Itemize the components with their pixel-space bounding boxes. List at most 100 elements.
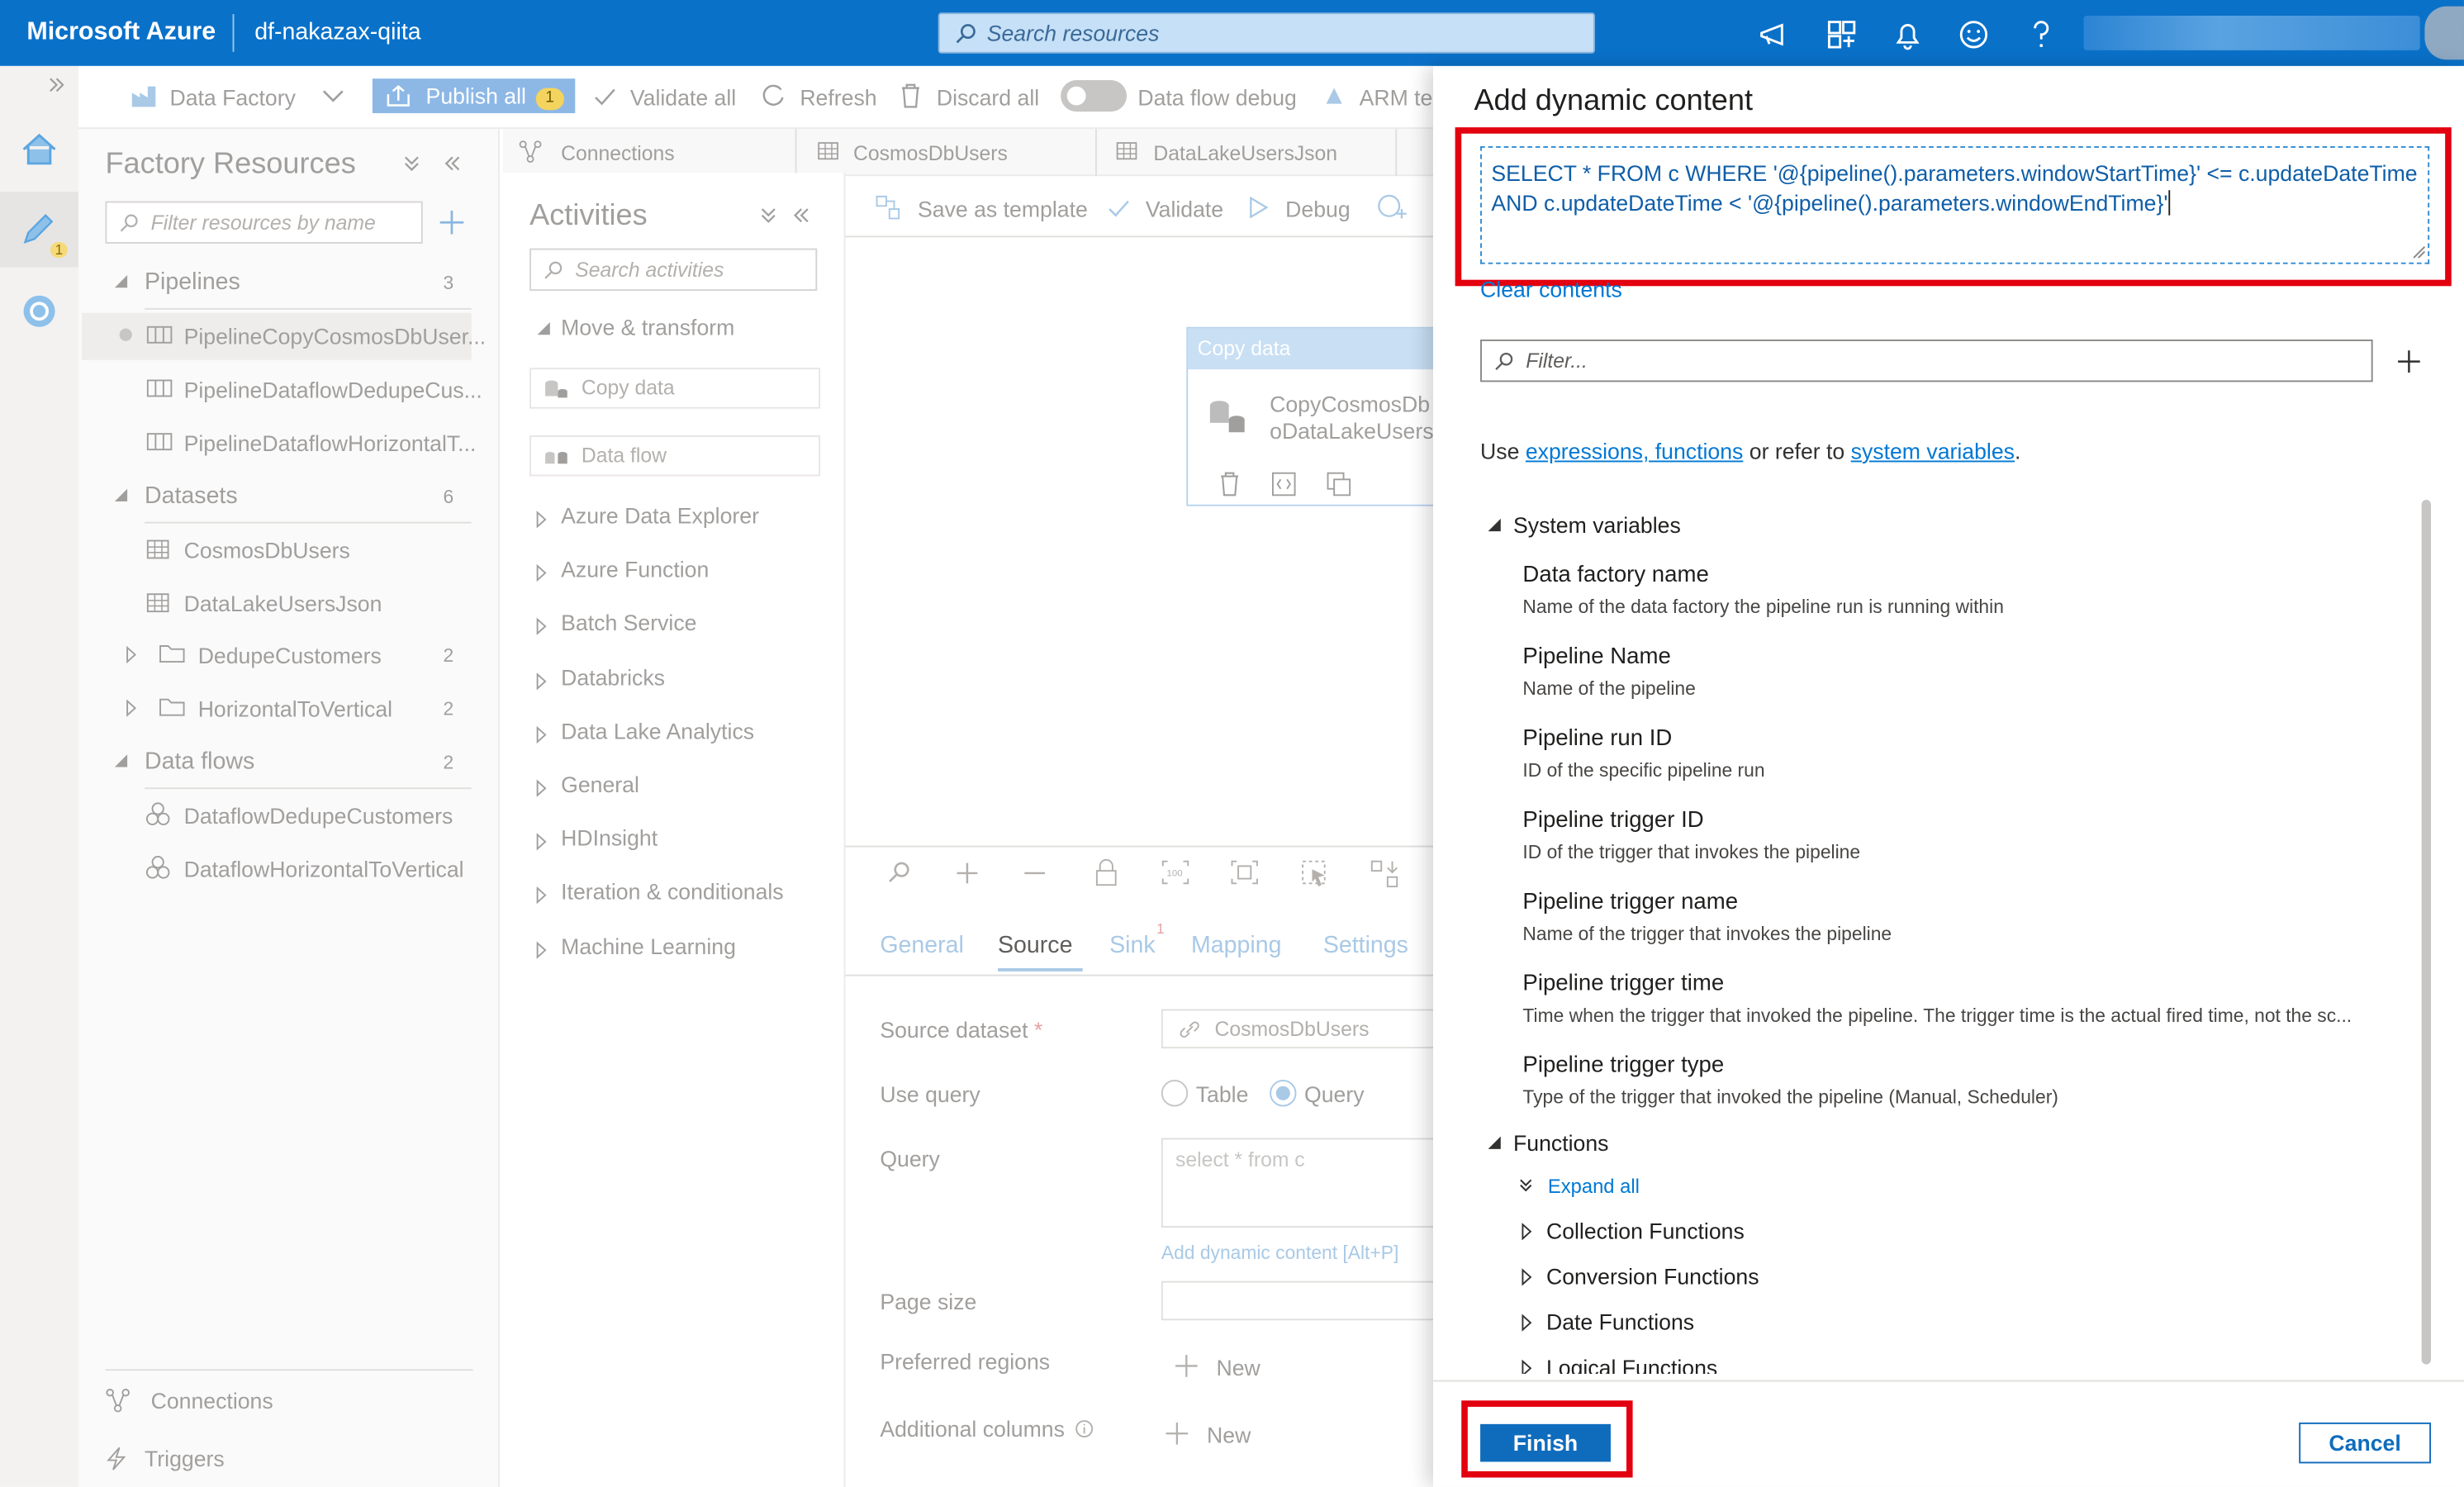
pipeline-item[interactable]: PipelineDataflowHorizontalT... — [184, 430, 477, 455]
smiley-icon[interactable] — [1956, 17, 1991, 52]
system-variable-name[interactable]: Pipeline Name — [1522, 644, 1670, 669]
dialog-filter-input[interactable]: Filter... — [1480, 339, 2373, 382]
page-size-input[interactable] — [1161, 1280, 1436, 1321]
function-group[interactable]: Collection Functions — [1546, 1219, 1745, 1243]
zoom-100-icon[interactable]: 100 — [1161, 860, 1189, 885]
activity-group[interactable]: General — [561, 772, 639, 796]
auto-align-icon[interactable] — [1370, 860, 1398, 888]
pipelines-group[interactable]: Pipelines — [145, 268, 240, 295]
tab-settings[interactable]: Settings — [1323, 932, 1408, 958]
dataflow-item[interactable]: DataflowDedupeCustomers — [184, 803, 453, 828]
collapse-group-icon[interactable] — [536, 321, 552, 336]
expressions-functions-link[interactable]: expressions, functions — [1526, 439, 1744, 463]
system-variable-name[interactable]: Pipeline trigger ID — [1522, 808, 1703, 833]
radio-table[interactable] — [1161, 1080, 1189, 1107]
tab-cosmosdbusers[interactable]: CosmosDbUsers — [853, 141, 1008, 165]
group-move-transform[interactable]: Move & transform — [561, 315, 734, 340]
expand-function-group-icon[interactable] — [1522, 1314, 1532, 1332]
discard-all-button[interactable]: Discard all — [937, 85, 1039, 110]
activity-group[interactable]: Azure Data Explorer — [561, 503, 759, 528]
clone-icon[interactable] — [1327, 472, 1351, 496]
feedback-icon[interactable] — [1757, 17, 1792, 52]
expand-group-icon[interactable] — [536, 779, 547, 797]
datasets-group[interactable]: Datasets — [145, 482, 238, 509]
expand-group-icon[interactable] — [536, 833, 547, 851]
activity-group[interactable]: Batch Service — [561, 610, 696, 635]
activity-group[interactable]: Machine Learning — [561, 933, 736, 957]
pipeline-item[interactable]: PipelineDataflowDedupeCus... — [184, 378, 482, 402]
expand-group-icon[interactable] — [536, 564, 547, 582]
finish-button[interactable]: Finish — [1480, 1423, 1611, 1462]
folder-item[interactable]: HorizontalToVertical — [198, 696, 392, 721]
activity-group[interactable]: Data Lake Analytics — [561, 718, 754, 743]
tab-mapping[interactable]: Mapping — [1191, 932, 1281, 958]
system-variable-name[interactable]: Pipeline trigger name — [1522, 890, 1738, 915]
filter-resources-input[interactable]: Filter resources by name — [105, 201, 423, 244]
activity-data-flow[interactable]: Data flow — [529, 435, 821, 477]
system-variable-name[interactable]: Pipeline trigger time — [1522, 972, 1724, 996]
zoom-in-icon[interactable] — [956, 862, 980, 886]
activity-copy-data[interactable]: Copy data — [529, 368, 821, 409]
select-icon[interactable] — [1301, 860, 1329, 888]
expand-function-group-icon[interactable] — [1522, 1359, 1532, 1374]
source-dataset-select[interactable]: CosmosDbUsers — [1161, 1009, 1436, 1049]
collapse-functions-icon[interactable] — [1487, 1135, 1503, 1151]
dataflows-group[interactable]: Data flows — [145, 748, 254, 775]
copy-data-activity-card[interactable]: Copy data CopyCosmosDb oDataLakeUsers — [1186, 326, 1438, 506]
expression-textarea[interactable]: SELECT * FROM c WHERE '@{pipeline().para… — [1480, 145, 2430, 264]
trigger-add-icon[interactable] — [1377, 193, 1408, 221]
debug-button[interactable]: Debug — [1285, 197, 1351, 221]
system-variable-name[interactable]: Pipeline trigger type — [1522, 1053, 1724, 1078]
triggers-link[interactable]: Triggers — [145, 1446, 225, 1470]
query-textarea[interactable]: select * from c — [1161, 1138, 1436, 1228]
expand-folder-icon[interactable] — [126, 699, 137, 717]
connections-link[interactable]: Connections — [151, 1388, 273, 1413]
function-group[interactable]: Conversion Functions — [1546, 1264, 1759, 1289]
collapse-pipelines-icon[interactable] — [113, 273, 129, 289]
bell-icon[interactable] — [1891, 17, 1925, 52]
dataset-item[interactable]: CosmosDbUsers — [184, 538, 350, 563]
add-parameter-icon[interactable] — [2396, 349, 2421, 373]
tab-source[interactable]: Source — [998, 932, 1072, 958]
expand-group-icon[interactable] — [536, 672, 547, 690]
add-resource-icon[interactable] — [439, 209, 465, 235]
collapse-all-icon[interactable] — [402, 154, 421, 173]
expand-group-icon[interactable] — [536, 886, 547, 905]
folder-item[interactable]: DedupeCustomers — [198, 643, 382, 667]
system-variable-name[interactable]: Pipeline run ID — [1522, 726, 1672, 751]
cancel-button[interactable]: Cancel — [2299, 1422, 2432, 1464]
help-icon[interactable] — [2024, 17, 2058, 52]
activity-group[interactable]: Databricks — [561, 664, 665, 689]
tab-connections[interactable]: Connections — [561, 141, 675, 165]
avatar[interactable] — [2424, 6, 2464, 60]
functions-header[interactable]: Functions — [1513, 1130, 1608, 1155]
account-info[interactable] — [2083, 16, 2420, 50]
system-variables-link[interactable]: system variables — [1851, 439, 2015, 463]
delete-icon[interactable] — [1219, 472, 1240, 496]
activity-group[interactable]: Azure Function — [561, 557, 709, 582]
collapse-all-icon[interactable] — [759, 206, 778, 225]
arm-template-button[interactable]: ARM te — [1360, 85, 1433, 110]
dialog-scrollbar[interactable] — [2421, 500, 2432, 1365]
publish-all-button[interactable]: Publish all 1 — [372, 78, 576, 113]
tab-datalakeusersjson[interactable]: DataLakeUsersJson — [1153, 141, 1337, 165]
validate-button[interactable]: Validate — [1146, 197, 1223, 221]
collapse-dataflows-icon[interactable] — [113, 753, 129, 768]
tab-sink[interactable]: Sink — [1109, 932, 1156, 958]
home-icon[interactable] — [19, 129, 59, 169]
data-factory-selector[interactable]: Data Factory — [169, 85, 295, 110]
collapse-datasets-icon[interactable] — [113, 487, 129, 503]
zoom-out-icon[interactable] — [1023, 862, 1047, 886]
directory-icon[interactable] — [1825, 17, 1859, 52]
expand-folder-icon[interactable] — [126, 646, 137, 663]
tab-general[interactable]: General — [880, 932, 964, 958]
save-as-template-button[interactable]: Save as template — [918, 197, 1088, 221]
tenant-name[interactable]: df-nakazax-qiita — [254, 19, 420, 45]
radio-query[interactable] — [1270, 1080, 1297, 1107]
refresh-button[interactable]: Refresh — [800, 85, 876, 110]
clear-contents-link[interactable]: Clear contents — [1480, 277, 1622, 302]
expand-all-link[interactable]: Expand all — [1548, 1176, 1640, 1198]
search-activities-input[interactable]: Search activities — [529, 248, 818, 291]
add-dynamic-content-link[interactable]: Add dynamic content [Alt+P] — [1161, 1242, 1398, 1264]
collapse-panel-icon[interactable] — [792, 206, 811, 225]
